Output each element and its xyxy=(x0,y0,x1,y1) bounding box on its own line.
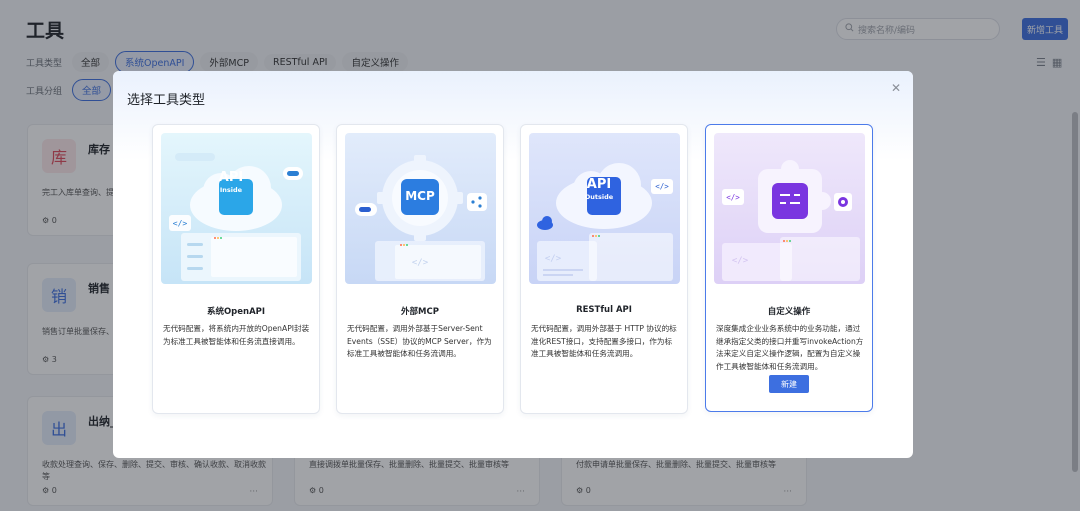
svg-text:</>: </> xyxy=(726,193,740,202)
type-description: 无代码配置，调用外部基于Server-Sent Events（SSE）协议的MC… xyxy=(347,324,492,358)
type-name: 系统OpenAPI xyxy=(206,307,266,317)
restful-illustration: </> </> xyxy=(529,133,680,284)
svg-text:</>: </> xyxy=(732,256,749,266)
type-description: 无代码配置，调用外部基于 HTTP 协议的标准化REST接口，支持配置多接口，作… xyxy=(531,324,677,358)
mcp-illustration: </> xyxy=(345,133,496,284)
type-name: 外部MCP xyxy=(401,307,439,317)
api-badge: API xyxy=(218,170,244,185)
svg-text:</>: </> xyxy=(173,219,188,228)
mcp-badge: MCP xyxy=(405,189,435,203)
close-icon[interactable]: ✕ xyxy=(889,81,903,95)
svg-text:</>: </> xyxy=(545,254,562,264)
type-description: 无代码配置，将系统内开放的OpenAPI封装为标准工具被智能体和任务流直接调用。 xyxy=(163,324,310,346)
type-card-openapi[interactable]: </> API Inside 系统OpenAPI 无代码配置，将系统内开放的Op… xyxy=(152,124,320,414)
type-card-custom[interactable]: </> </> 自定义操作 深度集成企业业务系统中的业务功能，通过继承指定父类的… xyxy=(705,124,873,412)
type-description: 深度集成企业业务系统中的业务功能，通过继承指定父类的接口并重写invokeAct… xyxy=(716,324,864,371)
openapi-illustration: </> xyxy=(161,133,312,284)
type-name: 自定义操作 xyxy=(767,307,811,317)
create-button[interactable]: 新建 xyxy=(769,375,809,393)
custom-illustration: </> </> xyxy=(714,133,865,284)
dialog-title: 选择工具类型 xyxy=(127,93,206,108)
api-badge-sub: Inside xyxy=(219,186,243,194)
type-card-restful[interactable]: </> </> API Outside RESTful API 无代码配置，调用… xyxy=(520,124,688,414)
api-badge-sub: Outside xyxy=(584,193,614,201)
svg-text:</>: </> xyxy=(412,258,429,268)
page-scrollbar[interactable] xyxy=(1072,112,1078,472)
svg-text:</>: </> xyxy=(655,182,669,191)
type-card-mcp[interactable]: </> MCP 外部MCP 无代码配置，调用外部基于Server-Sent Ev… xyxy=(336,124,504,414)
api-badge: API xyxy=(586,177,612,192)
select-tool-type-dialog: 选择工具类型 ✕ </> API Inside 系统OpenAPI 无代码配置，… xyxy=(113,71,913,458)
type-name: RESTful API xyxy=(576,305,632,315)
